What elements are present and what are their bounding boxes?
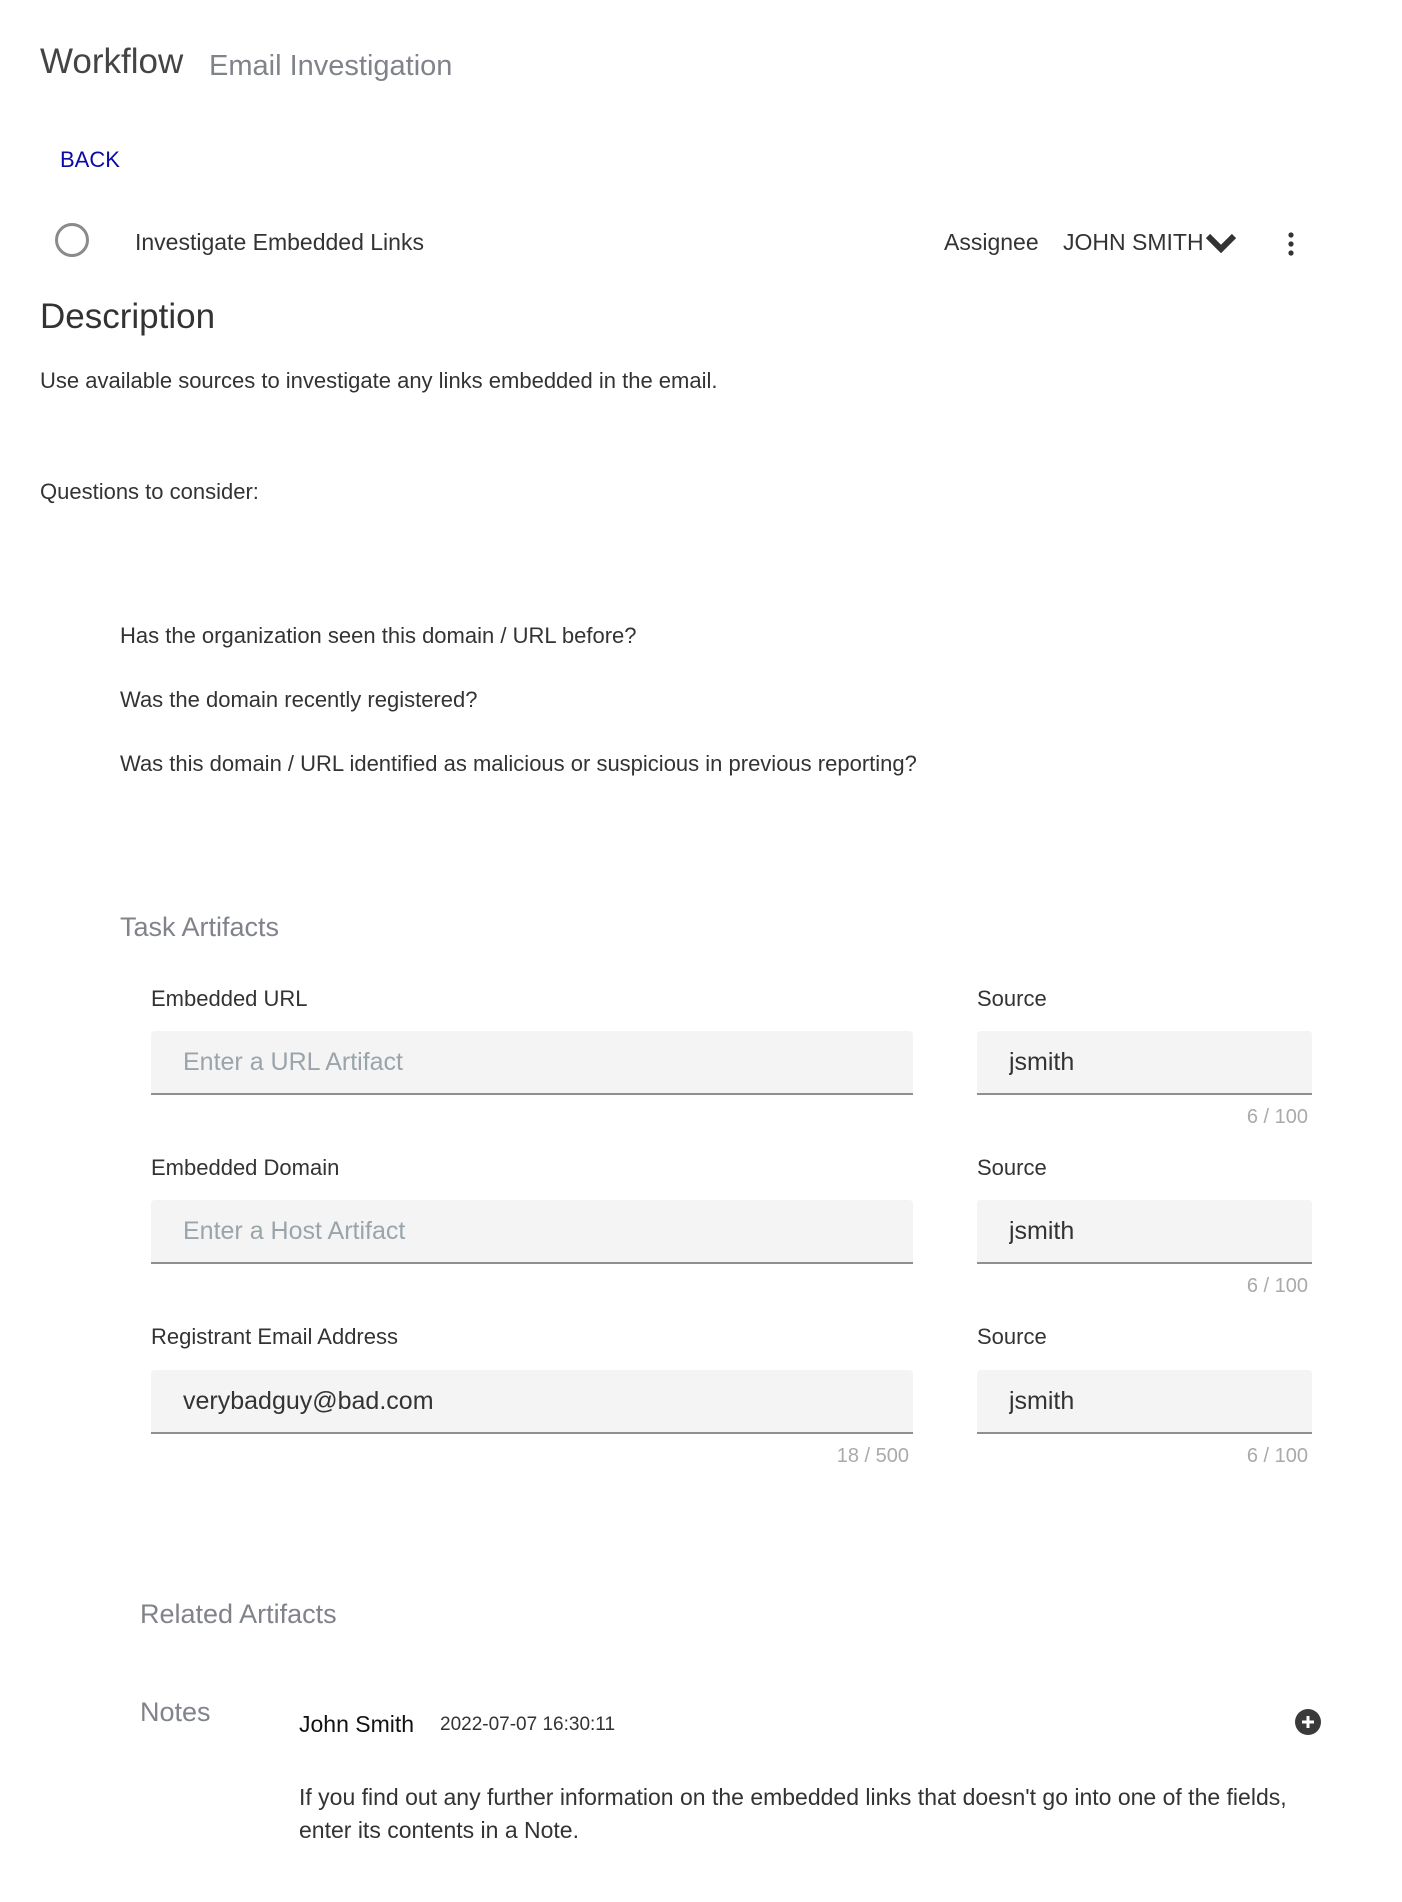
source-char-counter: 6 / 100 bbox=[1246, 1275, 1308, 1297]
question-item: Was this domain / URL identified as mali… bbox=[120, 751, 917, 776]
notes-heading: Notes bbox=[140, 1697, 211, 1727]
registrant-email-input[interactable] bbox=[151, 1370, 913, 1432]
source-input[interactable] bbox=[977, 1370, 1312, 1432]
question-item: Was the domain recently registered? bbox=[120, 687, 478, 712]
question-item: Has the organization seen this domain / … bbox=[120, 623, 637, 648]
page-subtitle: Email Investigation bbox=[209, 50, 453, 82]
note-author: John Smith bbox=[299, 1711, 415, 1737]
questions-label: Questions to consider: bbox=[40, 479, 259, 504]
more-vert-icon[interactable] bbox=[1281, 230, 1301, 258]
source-input[interactable] bbox=[977, 1200, 1312, 1262]
task-complete-checkbox-icon[interactable] bbox=[55, 223, 89, 257]
source-char-counter: 6 / 100 bbox=[1246, 1445, 1308, 1467]
source-field[interactable] bbox=[977, 1031, 1312, 1095]
embedded-domain-label: Embedded Domain bbox=[151, 1155, 340, 1180]
embedded-domain-field[interactable] bbox=[151, 1200, 913, 1264]
page-title: Workflow bbox=[40, 42, 184, 81]
source-input[interactable] bbox=[977, 1031, 1312, 1093]
back-button[interactable]: BACK bbox=[60, 147, 120, 173]
email-char-counter: 18 / 500 bbox=[836, 1445, 909, 1467]
assignee-dropdown[interactable]: JOHN SMITH bbox=[1063, 229, 1204, 256]
note-text: If you find out any further information … bbox=[299, 1784, 1287, 1843]
source-char-counter: 6 / 100 bbox=[1246, 1106, 1308, 1128]
assignee-label: Assignee bbox=[944, 229, 1039, 255]
source-field[interactable] bbox=[977, 1370, 1312, 1434]
task-artifacts-heading: Task Artifacts bbox=[120, 912, 280, 942]
description-text: Use available sources to investigate any… bbox=[40, 368, 718, 393]
add-note-icon[interactable] bbox=[1295, 1709, 1321, 1735]
description-heading: Description bbox=[40, 297, 216, 336]
embedded-domain-input[interactable] bbox=[151, 1200, 913, 1262]
registrant-email-label: Registrant Email Address bbox=[151, 1324, 398, 1349]
related-artifacts-heading: Related Artifacts bbox=[140, 1599, 337, 1629]
embedded-url-input[interactable] bbox=[151, 1031, 913, 1093]
source-field[interactable] bbox=[977, 1200, 1312, 1264]
source-label: Source bbox=[977, 1324, 1047, 1349]
embedded-url-field[interactable] bbox=[151, 1031, 913, 1095]
source-label: Source bbox=[977, 1155, 1047, 1180]
note-timestamp: 2022-07-07 16:30:11 bbox=[440, 1714, 616, 1735]
chevron-down-icon[interactable] bbox=[1205, 233, 1237, 253]
source-label: Source bbox=[977, 986, 1047, 1011]
embedded-url-label: Embedded URL bbox=[151, 986, 308, 1011]
registrant-email-field[interactable] bbox=[151, 1370, 913, 1434]
task-name: Investigate Embedded Links bbox=[135, 229, 424, 255]
